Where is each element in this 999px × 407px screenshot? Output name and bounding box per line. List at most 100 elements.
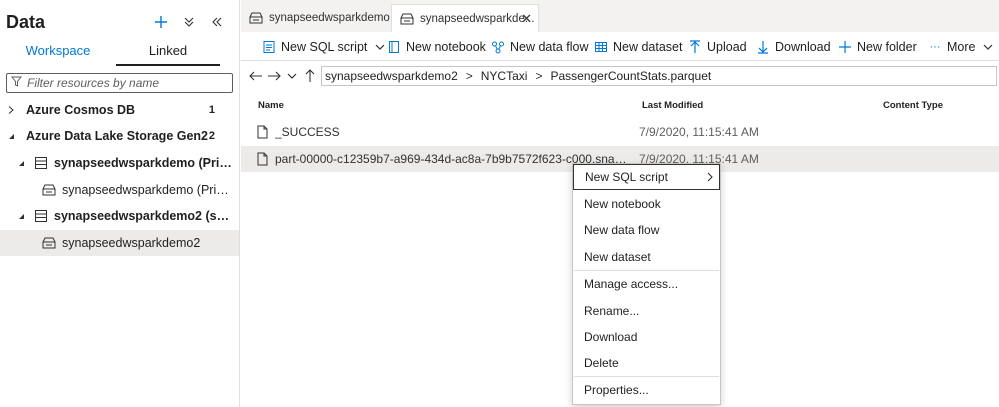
breadcrumb[interactable]: synapseedwsparkdemo2 > NYCTaxi > Passeng… xyxy=(321,66,997,86)
menu-item-label: Properties... xyxy=(584,383,649,397)
storage-account-icon xyxy=(34,156,48,170)
download-button[interactable]: Download xyxy=(755,36,831,58)
tab-label: synapseedwsparkde... xyxy=(420,12,535,25)
column-header-last-modified[interactable]: Last Modified xyxy=(642,100,703,111)
plus-icon xyxy=(837,39,853,55)
up-arrow-icon[interactable] xyxy=(303,69,317,83)
upload-button[interactable]: Upload xyxy=(687,36,747,58)
tab-synapseedwsparkdemo[interactable]: synapseedwsparkdemo xyxy=(241,4,390,32)
tree-item-label: Azure Cosmos DB xyxy=(26,103,136,117)
add-icon[interactable] xyxy=(153,12,169,32)
menu-item-properties[interactable]: Properties... xyxy=(573,377,720,403)
new-folder-button[interactable]: New folder xyxy=(837,36,917,58)
tree-item-container-demo2[interactable]: synapseedwsparkdemo2 xyxy=(0,230,239,256)
forward-arrow-icon[interactable] xyxy=(267,69,281,83)
breadcrumb-item[interactable]: synapseedwsparkdemo2 xyxy=(325,69,458,83)
notebook-icon xyxy=(386,39,402,55)
download-label: Download xyxy=(775,40,831,54)
column-header-name[interactable]: Name xyxy=(258,100,284,111)
collapse-panel-icon[interactable] xyxy=(209,12,225,32)
menu-item-label: New dataset xyxy=(584,250,651,264)
sql-script-icon xyxy=(261,39,277,55)
new-folder-label: New folder xyxy=(857,40,917,54)
filter-input[interactable] xyxy=(27,76,227,90)
triangle-down-icon[interactable] xyxy=(16,160,26,167)
filter-box[interactable] xyxy=(6,73,233,93)
file-name: _SUCCESS xyxy=(275,125,340,139)
new-notebook-label: New notebook xyxy=(406,40,486,54)
tree-item-storage-primary[interactable]: synapseedwsparkdemo (Primary -... xyxy=(0,150,239,176)
sidebar-tabs: Workspace Linked xyxy=(0,40,240,66)
context-menu: New SQL script New notebook New data flo… xyxy=(572,163,721,405)
new-data-flow-button[interactable]: New data flow xyxy=(490,36,589,58)
new-notebook-button[interactable]: New notebook xyxy=(386,36,486,58)
tree-item-adls-gen2[interactable]: Azure Data Lake Storage Gen2 2 xyxy=(0,123,239,149)
container-icon xyxy=(42,237,56,249)
file-row[interactable]: _SUCCESS 7/9/2020, 11:15:41 AM xyxy=(241,119,999,145)
breadcrumb-item[interactable]: PassengerCountStats.parquet xyxy=(550,69,711,83)
tab-linked[interactable]: Linked xyxy=(116,40,220,66)
menu-item-label: Manage access... xyxy=(584,277,679,291)
tree-item-storage-synapse[interactable]: synapseedwsparkdemo2 (synapse... xyxy=(0,203,239,229)
menu-item-label: New SQL script xyxy=(585,170,668,184)
menu-item-new-notebook[interactable]: New notebook xyxy=(573,191,720,217)
tree-item-cosmos-db[interactable]: Azure Cosmos DB 1 xyxy=(0,97,239,123)
menu-item-new-data-flow[interactable]: New data flow xyxy=(573,217,720,243)
close-icon[interactable]: ✕ xyxy=(521,11,532,27)
collapse-all-icon[interactable] xyxy=(181,12,197,32)
container-icon xyxy=(249,12,263,24)
file-icon xyxy=(257,152,268,169)
column-header-content-type[interactable]: Content Type xyxy=(883,100,943,111)
tree-item-label: synapseedwsparkdemo2 xyxy=(62,236,201,250)
download-icon xyxy=(755,39,771,55)
menu-item-delete[interactable]: Delete xyxy=(573,350,720,376)
tree-item-label: synapseedwsparkdemo (Primary -... xyxy=(54,156,234,170)
file-icon xyxy=(257,125,268,142)
new-dataset-label: New dataset xyxy=(613,40,683,54)
triangle-down-icon[interactable] xyxy=(6,133,16,140)
menu-item-new-dataset[interactable]: New dataset xyxy=(573,244,720,270)
toolbar: New SQL script New notebook New data flo… xyxy=(241,32,999,62)
data-sidebar: Data Workspace Linked Azure Cosmos DB 1 … xyxy=(0,0,240,407)
new-sql-script-label: New SQL script xyxy=(281,40,368,54)
new-dataset-button[interactable]: New dataset xyxy=(593,36,682,58)
tree-item-count: 1 xyxy=(208,104,215,116)
menu-item-label: Delete xyxy=(584,356,619,370)
triangle-down-icon[interactable] xyxy=(16,213,26,220)
chevron-down-icon[interactable] xyxy=(285,69,299,83)
document-tabstrip: synapseedwsparkdemo synapseedwsparkde...… xyxy=(241,0,999,32)
menu-item-label: New notebook xyxy=(584,197,661,211)
new-data-flow-label: New data flow xyxy=(510,40,589,54)
chevron-down-icon[interactable] xyxy=(375,44,385,50)
tab-synapseedwsparkdemo2[interactable]: synapseedwsparkde... ✕ xyxy=(391,4,539,32)
menu-item-label: New data flow xyxy=(584,223,660,237)
filter-icon xyxy=(10,74,23,92)
tree-item-label: Azure Data Lake Storage Gen2 xyxy=(26,129,209,143)
more-label: More xyxy=(947,40,976,54)
chevron-right-icon[interactable] xyxy=(6,106,16,114)
tree-item-count: 2 xyxy=(208,130,215,142)
chevron-down-icon[interactable] xyxy=(983,44,993,50)
tab-label: synapseedwsparkdemo xyxy=(269,12,390,24)
storage-account-icon xyxy=(34,209,48,223)
menu-item-download[interactable]: Download xyxy=(573,324,720,350)
breadcrumb-item[interactable]: NYCTaxi xyxy=(481,69,528,83)
file-modified: 7/9/2020, 11:15:41 AM xyxy=(639,125,759,139)
tree-item-label: synapseedwsparkdemo2 (synapse... xyxy=(54,209,234,223)
sidebar-title: Data xyxy=(6,12,46,32)
new-sql-script-button[interactable]: New SQL script xyxy=(261,36,385,58)
tab-workspace[interactable]: Workspace xyxy=(0,40,116,66)
upload-icon xyxy=(687,39,703,55)
tree-item-container-primary[interactable]: synapseedwsparkdemo (Primary) xyxy=(0,177,239,203)
container-icon xyxy=(42,184,56,196)
more-button[interactable]: ··· More xyxy=(927,36,993,58)
breadcrumb-separator: > xyxy=(535,69,543,83)
menu-item-manage-access[interactable]: Manage access... xyxy=(573,271,720,297)
menu-item-label: Rename... xyxy=(584,304,640,318)
menu-item-label: Download xyxy=(584,330,638,344)
menu-item-new-sql-script[interactable]: New SQL script xyxy=(573,164,720,190)
menu-item-rename[interactable]: Rename... xyxy=(573,298,720,324)
upload-label: Upload xyxy=(707,40,747,54)
back-arrow-icon[interactable] xyxy=(249,69,263,83)
chevron-right-icon xyxy=(707,171,713,185)
